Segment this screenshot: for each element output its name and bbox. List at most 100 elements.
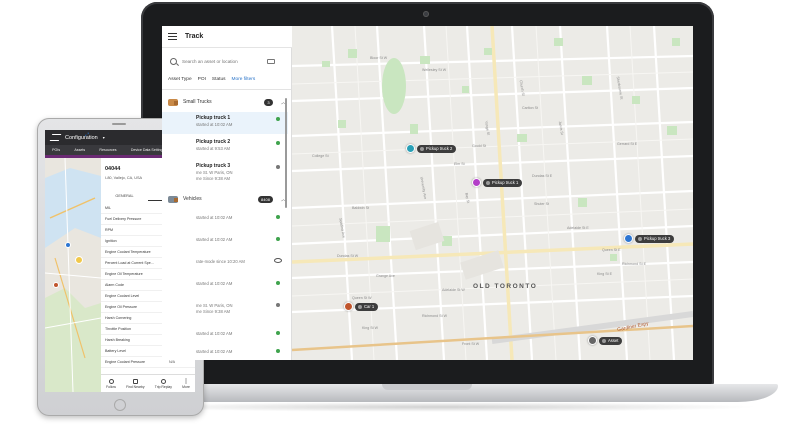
- phone-map[interactable]: [45, 158, 101, 392]
- street-label: Dundas St E: [532, 174, 553, 178]
- street-label: Queen St E: [602, 248, 621, 252]
- list-item[interactable]: me St. W Paris, ON me Since 9:38 AM: [162, 298, 288, 324]
- asset-address: I-80, Vallejo, CA, USA: [105, 176, 143, 180]
- tab-resources[interactable]: Resources: [99, 148, 116, 152]
- street-label: King St E: [597, 272, 612, 276]
- street-label: Gerrard St E: [617, 142, 638, 146]
- marker-label: Asset: [599, 336, 623, 345]
- list-item[interactable]: started at 10:02 AM: [162, 344, 288, 360]
- map-marker-pickup-truck-3[interactable]: Pickup truck 3: [624, 234, 675, 243]
- status-online-icon: [276, 349, 280, 353]
- list-item[interactable]: Pickup truck 1 started at 10:02 AM: [162, 112, 288, 134]
- list-item[interactable]: rate-mode since 10:20 AM: [162, 254, 288, 274]
- street-label: Wellesley St W: [422, 68, 447, 72]
- marker-pin-icon: [588, 336, 597, 345]
- truck-icon: [168, 98, 178, 106]
- filter-asset-type[interactable]: Asset Type: [168, 76, 192, 83]
- list-item[interactable]: Pickup truck 2 started at 9:53 AM: [162, 136, 288, 158]
- tab-pois[interactable]: POIs: [52, 148, 60, 152]
- status-idle-icon: [276, 303, 280, 307]
- marker-pin-icon: [344, 302, 353, 311]
- asset-id: 04044: [105, 166, 121, 172]
- street-label: Dundas St W: [337, 254, 359, 258]
- phone-home-button: [114, 399, 126, 411]
- filter-bar: Asset Type POI Status More filters: [168, 76, 290, 83]
- status-online-icon: [276, 117, 280, 121]
- street-label: Richmond St E: [622, 262, 646, 266]
- tab-assets[interactable]: Assets: [74, 148, 85, 152]
- list-item[interactable]: started at 10:02 AM: [162, 326, 288, 342]
- replay-icon: [160, 378, 166, 384]
- group-label: Small Trucks: [183, 99, 212, 105]
- laptop-screen: Bloor St W Wellesley St W College St Ger…: [162, 26, 693, 360]
- marker-pin-icon: [624, 234, 633, 243]
- marker-pin-icon: [406, 144, 415, 153]
- filter-status[interactable]: Status: [212, 76, 226, 83]
- laptop-notch: [382, 384, 472, 390]
- group-small-trucks[interactable]: Small Trucks 3 ︿: [162, 94, 291, 110]
- car-icon: [358, 304, 362, 309]
- follow-icon: [108, 378, 114, 384]
- app-title: Track: [185, 33, 204, 40]
- keyboard-icon[interactable]: [267, 58, 275, 64]
- more-button[interactable]: More: [182, 378, 190, 389]
- locate-icon[interactable]: ⤢: [85, 132, 89, 138]
- more-filters-link[interactable]: More filters: [232, 76, 256, 83]
- truck-icon: [420, 146, 424, 151]
- tab-device-data-settings[interactable]: Device Data Settings: [131, 148, 165, 152]
- street-label: Queen St W: [352, 296, 372, 300]
- trip-replay-button[interactable]: Trip Replay: [155, 378, 172, 389]
- asset-pin-icon[interactable]: [65, 242, 71, 248]
- find-nearby-button[interactable]: Find Nearby: [126, 378, 145, 389]
- status-online-icon: [276, 215, 280, 219]
- street-label: Bloor St W: [370, 56, 388, 60]
- status-online-icon: [276, 141, 280, 145]
- laptop-shadow: [120, 402, 760, 412]
- marker-label: Car 1: [355, 302, 379, 311]
- menu-icon[interactable]: [168, 33, 177, 40]
- chevron-down-icon[interactable]: ▾: [103, 135, 105, 140]
- map-marker-pickup-truck-2[interactable]: Pickup truck 2: [406, 144, 457, 153]
- phone-title[interactable]: Configuration: [65, 135, 98, 141]
- list-item[interactable]: started at 10:02 AM: [162, 276, 288, 296]
- filter-poi[interactable]: POI: [198, 76, 206, 83]
- street-label: College St: [312, 154, 329, 158]
- asset-list-panel: Asset Type POI Status More filters Small…: [162, 48, 292, 360]
- device-mockup: Bloor St W Wellesley St W College St Ger…: [0, 0, 800, 438]
- group-count-badge: 3: [263, 98, 273, 106]
- marker-label: Pickup truck 1: [483, 178, 523, 187]
- street-label: Adelaide St E: [567, 226, 589, 230]
- list-item[interactable]: started at 10:02 AM: [162, 210, 288, 230]
- driver-avatar-icon[interactable]: [75, 256, 83, 264]
- vehicle-icon: [168, 195, 178, 203]
- map-marker-asset[interactable]: Asset: [588, 336, 623, 345]
- status-online-icon: [276, 281, 280, 285]
- map-marker-pickup-truck-1[interactable]: Pickup truck 1: [472, 178, 523, 187]
- district-label: OLD TORONTO: [473, 283, 538, 290]
- nearby-icon: [132, 378, 138, 384]
- street-label: Front St W: [462, 342, 480, 346]
- list-item[interactable]: started at 10:02 AM: [162, 232, 288, 252]
- truck-icon: [486, 180, 490, 185]
- street-label: Grange Ave: [376, 274, 395, 278]
- tab-general[interactable]: GENERAL: [101, 191, 148, 201]
- map-marker-car-1[interactable]: Car 1: [344, 302, 379, 311]
- phone-speaker: [112, 123, 126, 125]
- follow-button[interactable]: Follow: [106, 378, 116, 389]
- eye-off-icon[interactable]: [274, 258, 282, 263]
- group-label: Vehicles: [183, 196, 202, 202]
- search-input[interactable]: [182, 58, 262, 64]
- search-bar[interactable]: [170, 54, 284, 68]
- list-item[interactable]: Pickup truck 3 me St. W Paris, ON me Sin…: [162, 160, 288, 188]
- camera-icon: [423, 11, 429, 17]
- street-label: Shuter St: [534, 202, 549, 206]
- status-idle-icon: [276, 165, 280, 169]
- more-vertical-icon: [185, 378, 187, 384]
- marker-label: Pickup truck 3: [635, 234, 675, 243]
- asset-pin-icon[interactable]: [53, 282, 59, 288]
- status-online-icon: [276, 331, 280, 335]
- group-vehicles[interactable]: Vehicles 8408 ︿: [162, 191, 291, 207]
- list-scrollbar[interactable]: [285, 98, 287, 208]
- status-online-icon: [276, 237, 280, 241]
- street-label: Elm St: [454, 162, 465, 166]
